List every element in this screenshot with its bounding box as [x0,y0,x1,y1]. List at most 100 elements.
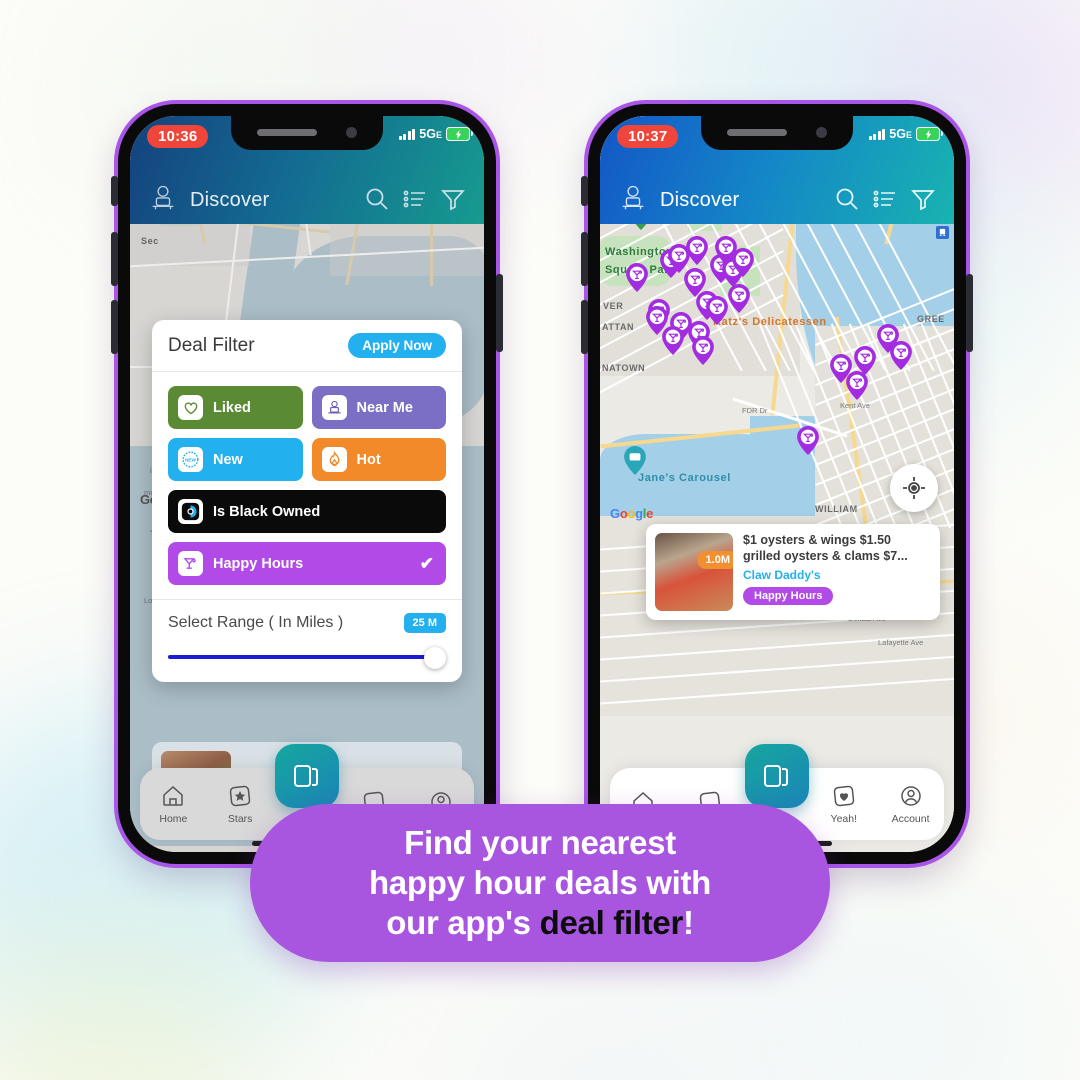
filter-option-label: Near Me [356,399,413,416]
sheet-title: Deal Filter [168,334,255,356]
signal-icon-right [868,128,886,140]
deal-title-line1: $1 oysters & wings $1.50 [743,533,891,547]
power-button-right[interactable] [966,274,973,352]
deal-title-line2: grilled oysters & clams $7... [743,548,908,563]
cocktail-icon [178,551,203,576]
volume-down-button[interactable] [111,300,118,354]
account-icon-right [900,786,921,806]
volume-down-button-right[interactable] [581,300,588,354]
network-label: 5GE [419,127,442,141]
range-value-badge: 25 M [403,613,446,633]
filter-option-new[interactable]: NEW New [168,438,303,481]
heart-square-icon-right [833,785,855,807]
check-icon: ✔ [419,553,434,573]
nav-item-yeah-right[interactable]: Yeah! [816,783,872,825]
apply-now-button[interactable]: Apply Now [348,333,446,358]
page-title: Discover [190,189,270,211]
status-indicators: 5GE [398,127,473,141]
cocktail-pin-icon[interactable] [626,263,648,292]
status-time: 10:36 [147,125,209,148]
nav-item-account-right[interactable]: Account [883,783,939,825]
map-label: Katz's Delicatessen [713,316,827,328]
list-icon-right[interactable] [872,186,898,212]
status-time-right: 10:37 [617,125,679,148]
filter-option-label: Is Black Owned [213,503,321,520]
near-me-icon [321,395,347,420]
nav-item-stars[interactable]: Stars [212,783,268,825]
happy-hours-badge[interactable]: Happy Hours [743,587,834,606]
caption-line-2: happy hour deals with [368,863,712,901]
notch [231,116,383,150]
caption-line-1: Find your nearest [404,823,676,861]
filter-option-hot[interactable]: Hot [311,438,446,481]
map-label: Jane's Carousel [638,472,731,484]
filter-option-near-me[interactable]: Near Me [311,386,446,429]
map-label: Kent Ave [840,401,870,410]
map-label: WILLIAM [815,504,858,514]
svg-text:NEW: NEW [185,458,196,463]
cocktail-pin-icon[interactable] [846,371,868,400]
network-label-right: 5GE [889,127,912,141]
deal-filter-sheet[interactable]: Deal Filter Apply Now Liked Near Me NEW New… [152,320,462,682]
power-button[interactable] [496,274,503,352]
notch-right [701,116,853,150]
cards-fab-icon[interactable] [275,744,339,808]
crosshair-icon[interactable] [890,464,938,512]
filter-option-liked[interactable]: Liked [168,386,303,429]
cocktail-pin-icon[interactable] [686,236,708,265]
filter-option-label: Hot [356,451,381,468]
volume-up-button-right[interactable] [581,232,588,286]
cocktail-pin-icon[interactable] [797,426,819,455]
signal-icon [398,128,416,140]
cocktail-pin-icon[interactable] [728,284,750,313]
filter-option-is-black-owned[interactable]: Is Black Owned [168,490,446,533]
battery-icon [446,127,473,141]
cards-fab-icon-right[interactable] [745,744,809,808]
filter-option-list: Liked Near Me NEW New Hot Is Black Owned Happy… [152,372,462,599]
heart-icon [178,395,203,420]
filter-option-happy-hours[interactable]: Happy Hours ✔ [168,542,446,585]
battery-icon-right [916,127,943,141]
map-label: Sec [141,236,159,246]
filter-option-label: Liked [213,399,251,416]
google-attribution-right: Google [610,506,654,521]
caption-prefix: our app's [386,904,540,942]
deal-vendor[interactable]: Claw Daddy's [743,568,931,582]
caption-suffix: ! [683,904,694,942]
range-slider[interactable] [168,647,446,669]
map-label: GREE [917,314,945,324]
new-badge-icon: NEW [178,447,203,472]
filter-option-label: New [213,451,243,468]
carousel-pin-icon[interactable] [624,446,646,475]
phone-mockup-right: KIPS BAYW 14th St7thE 34th StE 14th StEa… [581,104,973,864]
deal-thumbnail-right: 1.0M [655,533,733,611]
filter-icon-right[interactable] [910,186,936,212]
caption-line-3: our app's deal filter! [369,903,711,943]
promo-caption: Find your nearest happy hour deals with … [250,804,830,962]
cocktail-pin-icon[interactable] [692,336,714,365]
home-icon [163,785,184,806]
phone-screen-left: BRONXEdgewaterNorth BergenSecNEWLower Ba… [130,116,484,852]
slider-track [168,655,438,659]
black-owned-icon [178,499,203,524]
search-icon[interactable] [364,186,390,212]
cocktail-pin-icon[interactable] [646,306,668,335]
filter-icon[interactable] [440,186,466,212]
cocktail-pin-icon[interactable] [732,248,754,277]
app-logo-icon [148,182,178,212]
cocktail-pin-icon[interactable] [890,341,912,370]
nav-item-home[interactable]: Home [145,783,201,825]
mute-switch-right[interactable] [581,176,588,206]
map-view-right[interactable]: KIPS BAYW 14th St7thE 34th StE 14th StEa… [600,116,954,852]
volume-up-button[interactable] [111,232,118,286]
nav-label-home: Home [159,813,188,825]
list-icon[interactable] [402,186,428,212]
slider-knob[interactable] [424,647,446,669]
deal-card-right[interactable]: 1.0M $1 oysters & wings $1.50 grilled oy… [646,524,940,620]
mute-switch[interactable] [111,176,118,206]
phone-mockup-left: BRONXEdgewaterNorth BergenSecNEWLower Ba… [111,104,503,864]
nav-label-yeah-right: Yeah! [830,813,858,825]
transit-icon[interactable] [936,226,949,239]
map-label: ATTAN [602,322,635,332]
search-icon-right[interactable] [834,186,860,212]
